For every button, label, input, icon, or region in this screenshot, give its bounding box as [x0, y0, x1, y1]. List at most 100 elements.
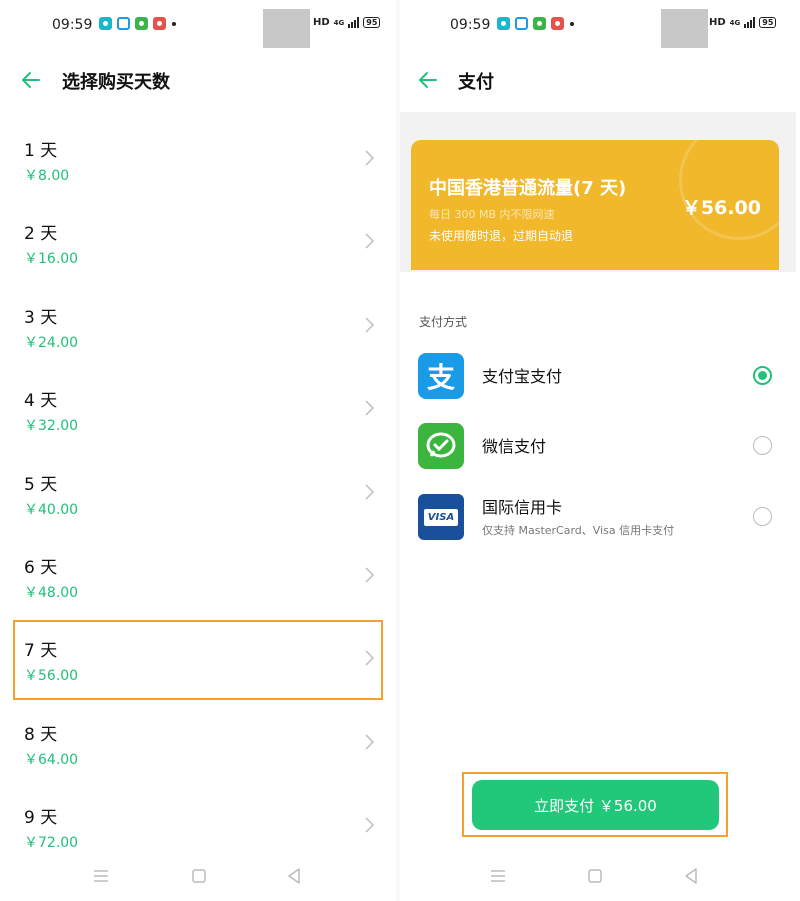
- product-card: 中国香港普通流量(7 天) 每日 300 MB 内不限网速 未使用随时退，过期自…: [411, 140, 779, 270]
- day-option[interactable]: 8 天 ￥64.00: [0, 704, 396, 787]
- day-label: 6 天: [24, 557, 58, 578]
- day-price: ￥8.00: [24, 168, 70, 184]
- notification-icons: [497, 17, 574, 30]
- product-name: 中国香港普通流量(7 天): [429, 178, 627, 199]
- system-nav-bar: [400, 862, 796, 890]
- product-price: ￥56.00: [681, 197, 761, 219]
- day-option[interactable]: 3 天 ￥24.00: [0, 287, 396, 370]
- day-price: ￥32.00: [24, 418, 79, 435]
- day-price: ￥48.00: [24, 584, 79, 601]
- day-selection-screen: 09:59 HD 4G 95 选择购买天数 1 天 ￥8.00 2 天 ￥16.…: [0, 0, 396, 901]
- chevron-right-icon: [365, 483, 375, 500]
- card-decoration: [679, 140, 779, 240]
- redacted-area: [263, 9, 310, 48]
- day-price: ￥40.00: [24, 501, 79, 518]
- status-time: 09:59: [450, 17, 491, 33]
- day-option[interactable]: 9 天 ￥72.00: [0, 787, 396, 870]
- day-price: ￥72.00: [24, 835, 79, 852]
- day-price: ￥24.00: [24, 334, 79, 351]
- network-label: HD: [313, 17, 330, 28]
- chevron-right-icon: [365, 400, 375, 416]
- page-title: 选择购买天数: [62, 72, 170, 93]
- day-label: 1 天: [24, 141, 58, 161]
- back-icon[interactable]: [284, 866, 304, 886]
- day-option[interactable]: 5 天 ￥40.00: [0, 454, 396, 537]
- back-icon[interactable]: [681, 866, 701, 886]
- day-price: ￥56.00: [24, 668, 79, 685]
- system-nav-bar: [0, 862, 396, 890]
- visa-card-icon: VISA: [418, 494, 464, 540]
- day-label: 3 天: [24, 307, 58, 328]
- app-notification-icon: [515, 17, 528, 30]
- signal-icon: [744, 17, 756, 28]
- day-option[interactable]: 4 天 ￥32.00: [0, 370, 396, 453]
- signal-label: 4G: [729, 18, 741, 27]
- payment-method-name: 国际信用卡: [482, 498, 563, 517]
- app-notification-icon: [153, 17, 166, 30]
- radio-selected[interactable]: [753, 366, 772, 385]
- home-icon[interactable]: [585, 866, 605, 886]
- chevron-right-icon: [365, 650, 375, 666]
- pay-now-button[interactable]: 立即支付 ￥56.00: [472, 780, 719, 830]
- day-label: 7 天: [24, 641, 58, 662]
- product-subtitle: 每日 300 MB 内不限网速: [429, 208, 555, 221]
- visa-logo-text: VISA: [423, 508, 459, 526]
- day-option[interactable]: 1 天 ￥8.00: [0, 120, 396, 203]
- status-bar: 09:59 HD 4G 95: [0, 0, 396, 52]
- day-option-selected[interactable]: 7 天 ￥56.00: [0, 620, 396, 703]
- refund-note: 未使用随时退，过期自动退: [429, 229, 574, 243]
- payment-option-alipay[interactable]: 支 支付宝支付: [400, 345, 796, 405]
- day-label: 9 天: [24, 808, 58, 829]
- status-time: 09:59: [52, 17, 93, 33]
- day-price: ￥64.00: [24, 751, 79, 768]
- chevron-right-icon: [365, 817, 375, 833]
- day-option[interactable]: 2 天 ￥16.00: [0, 203, 396, 286]
- status-indicators: HD 4G 95: [313, 17, 381, 28]
- payment-method-name: 支付宝支付: [482, 367, 563, 386]
- page-header: 支付: [400, 58, 796, 102]
- more-notifications-icon: [172, 21, 176, 26]
- page-title: 支付: [458, 72, 494, 93]
- chevron-right-icon: [365, 317, 375, 333]
- app-notification-icon: [117, 17, 130, 30]
- payment-option-wechat[interactable]: 微信支付: [400, 415, 796, 475]
- radio-unselected[interactable]: [753, 507, 772, 526]
- status-indicators: HD 4G 95: [709, 17, 777, 28]
- day-label: 5 天: [24, 474, 58, 495]
- app-notification-icon: [135, 17, 148, 30]
- battery-icon: 95: [759, 17, 777, 28]
- notification-icons: [99, 17, 176, 30]
- page-header: 选择购买天数: [0, 58, 396, 102]
- app-notification-icon: [497, 17, 510, 30]
- day-option[interactable]: 6 天 ￥48.00: [0, 537, 396, 620]
- alipay-icon: 支: [418, 353, 464, 399]
- home-icon[interactable]: [189, 866, 209, 886]
- menu-icon[interactable]: [488, 866, 508, 886]
- payment-method-note: 仅支持 MasterCard、Visa 信用卡支付: [482, 524, 675, 537]
- payment-screen: 09:59 HD 4G 95 支付 中国香港普通流量(7 天) 每日 300 M…: [400, 0, 796, 901]
- chevron-right-icon: [365, 150, 375, 166]
- menu-icon[interactable]: [91, 866, 111, 886]
- chevron-right-icon: [365, 567, 375, 583]
- network-label: HD: [709, 17, 726, 28]
- app-notification-icon: [99, 17, 112, 30]
- payment-option-credit-card[interactable]: VISA 国际信用卡 仅支持 MasterCard、Visa 信用卡支付: [400, 486, 796, 546]
- day-label: 4 天: [24, 391, 58, 412]
- app-notification-icon: [551, 17, 564, 30]
- back-arrow-icon[interactable]: [20, 69, 42, 91]
- day-price: ￥16.00: [24, 251, 79, 268]
- battery-icon: 95: [363, 17, 381, 28]
- app-notification-icon: [533, 17, 546, 30]
- chevron-right-icon: [365, 734, 375, 750]
- status-bar: 09:59 HD 4G 95: [400, 0, 796, 52]
- radio-unselected[interactable]: [753, 436, 772, 455]
- signal-label: 4G: [333, 18, 345, 27]
- day-label: 2 天: [24, 224, 58, 245]
- redacted-area: [661, 9, 708, 48]
- more-notifications-icon: [570, 21, 574, 26]
- back-arrow-icon[interactable]: [417, 69, 439, 91]
- wechat-pay-icon: [418, 423, 464, 469]
- signal-icon: [348, 17, 360, 28]
- payment-method-name: 微信支付: [482, 437, 547, 456]
- chevron-right-icon: [365, 233, 375, 249]
